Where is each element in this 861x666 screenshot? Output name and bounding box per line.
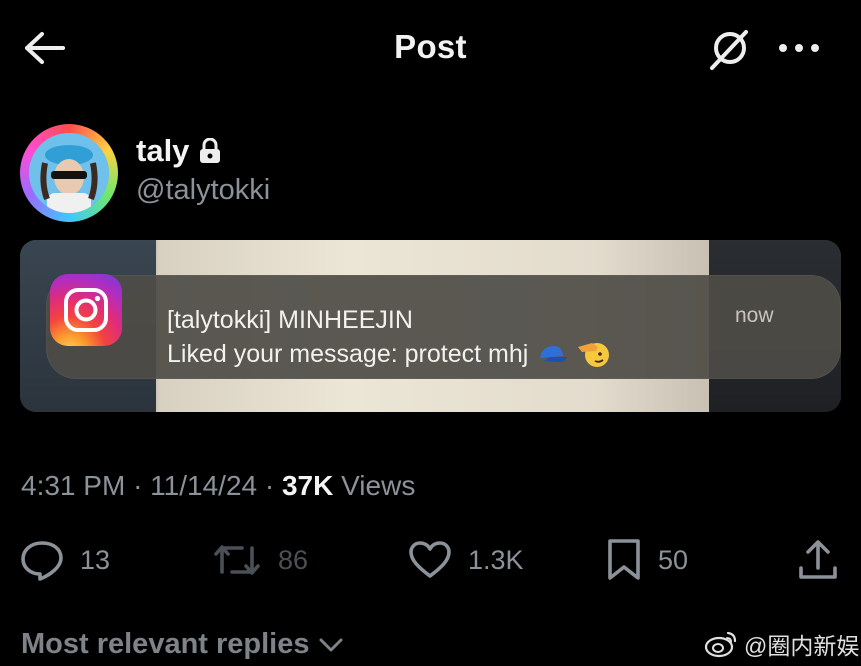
saluting-face-emoji xyxy=(578,343,610,367)
views-label: Views xyxy=(341,470,416,501)
notification-body: Liked your message: protect mhj xyxy=(167,339,610,369)
more-horizontal-icon xyxy=(779,44,819,52)
author-handle[interactable]: @talytokki xyxy=(136,174,270,207)
share-icon xyxy=(799,540,837,579)
repost-count: 86 xyxy=(278,544,309,575)
separator: · xyxy=(264,470,275,501)
share-button[interactable] xyxy=(796,535,840,585)
views-count: 37K xyxy=(281,470,334,501)
bookmark-button[interactable]: 50 xyxy=(606,535,688,585)
bookmark-icon xyxy=(608,539,640,580)
blue-cap-emoji xyxy=(540,346,568,362)
notification-message: Liked your message: protect mhj xyxy=(167,339,529,368)
repost-button[interactable]: 86 xyxy=(212,535,308,585)
watermark-text: @圈内新娱 xyxy=(744,633,860,659)
chevron-down-icon xyxy=(319,638,342,651)
post-image[interactable]: [talytokki] MINHEEJIN Liked your message… xyxy=(20,240,841,412)
lock-icon xyxy=(200,138,221,163)
reply-icon xyxy=(21,541,63,581)
like-count: 1.3K xyxy=(468,544,524,575)
post-meta: 4:31 PM · 11/14/24 · 37K Views xyxy=(21,470,415,502)
separator: · xyxy=(133,470,143,501)
replies-sort-button[interactable]: Most relevant replies xyxy=(21,628,344,661)
bookmark-count: 50 xyxy=(658,544,689,575)
instagram-icon xyxy=(50,274,122,346)
reply-button[interactable]: 13 xyxy=(20,535,110,585)
notification-title: [talytokki] MINHEEJIN xyxy=(167,306,413,334)
post-time[interactable]: 4:31 PM xyxy=(21,470,125,501)
display-name: taly xyxy=(136,133,190,168)
author-name[interactable]: taly xyxy=(136,133,221,169)
more-options-button[interactable] xyxy=(776,36,822,60)
watermark: @圈内新娱 xyxy=(704,627,859,661)
avatar[interactable] xyxy=(20,124,118,222)
like-button[interactable]: 1.3K xyxy=(408,535,524,585)
post-date[interactable]: 11/14/24 xyxy=(150,470,257,501)
replies-sort-label: Most relevant replies xyxy=(21,628,310,660)
weibo-icon xyxy=(704,631,737,658)
grok-icon xyxy=(710,30,748,70)
repost-icon xyxy=(214,545,260,575)
heart-icon xyxy=(409,541,451,578)
avatar-photo xyxy=(29,133,109,213)
notification-time: now xyxy=(735,304,774,327)
reply-count: 13 xyxy=(80,544,111,575)
grok-button[interactable] xyxy=(704,24,754,74)
